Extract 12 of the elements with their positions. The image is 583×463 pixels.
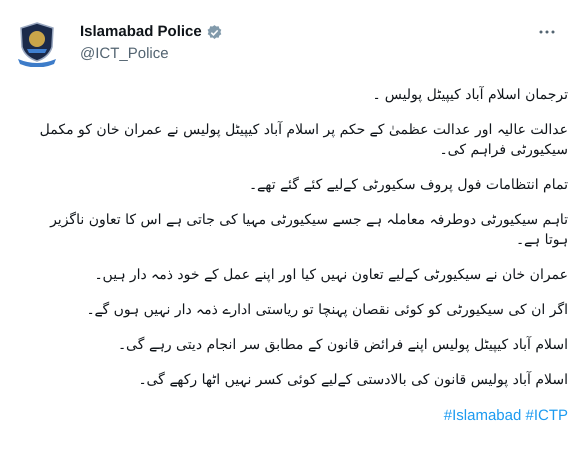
author-name[interactable]: Islamabad Police [80,20,202,44]
post-paragraph: تاہم سیکیورٹی دوطرفہ معاملہ ہے جسے سیکیورٹی مہیا کی جاتی ہے اس کا تعاون ناگزیر ہوتا ہے۔ [48,210,568,250]
post-paragraph: اسلام آباد کیپیٹل پولیس اپنے فرائض قانون کے مطابق سر انجام دیتی رہے گی۔ [117,335,568,355]
author-handle[interactable]: @ICT_Police [80,44,223,64]
post-paragraph: تمام انتظامات فول پروف سکیورٹی کےلیے کئے گئے تھے۔ [248,176,568,195]
post-paragraph: ترجمان اسلام آباد کیپیٹل پولیس ۔ [371,85,568,105]
shield-logo-icon [15,21,59,67]
post-paragraph: اسلام آباد پولیس قانون کی بالادستی کےلیے کوئی کسر نہیں اٹھا رکھے گی۔ [138,370,568,390]
more-options-icon[interactable] [539,30,555,34]
post-paragraph: عدالت عالیہ اور عدالت عظمیٰ کے حکم پر اسلام آباد کیپیٹل پولیس نے عمران خان کو مکمل سیکیورٹی فراہم کی۔ [38,120,568,160]
post-paragraph: عمران خان نے سیکیورٹی کےلیے تعاون نہیں کیا اور اپنے عمل کے خود ذمہ دار ہیں۔ [94,266,568,285]
post-paragraph: اگر ان کی سیکیورٹی کو کوئی نقصان پہنچا تو ریاستی ادارے ذمہ دار نہیں ہوں گے۔ [86,300,568,320]
